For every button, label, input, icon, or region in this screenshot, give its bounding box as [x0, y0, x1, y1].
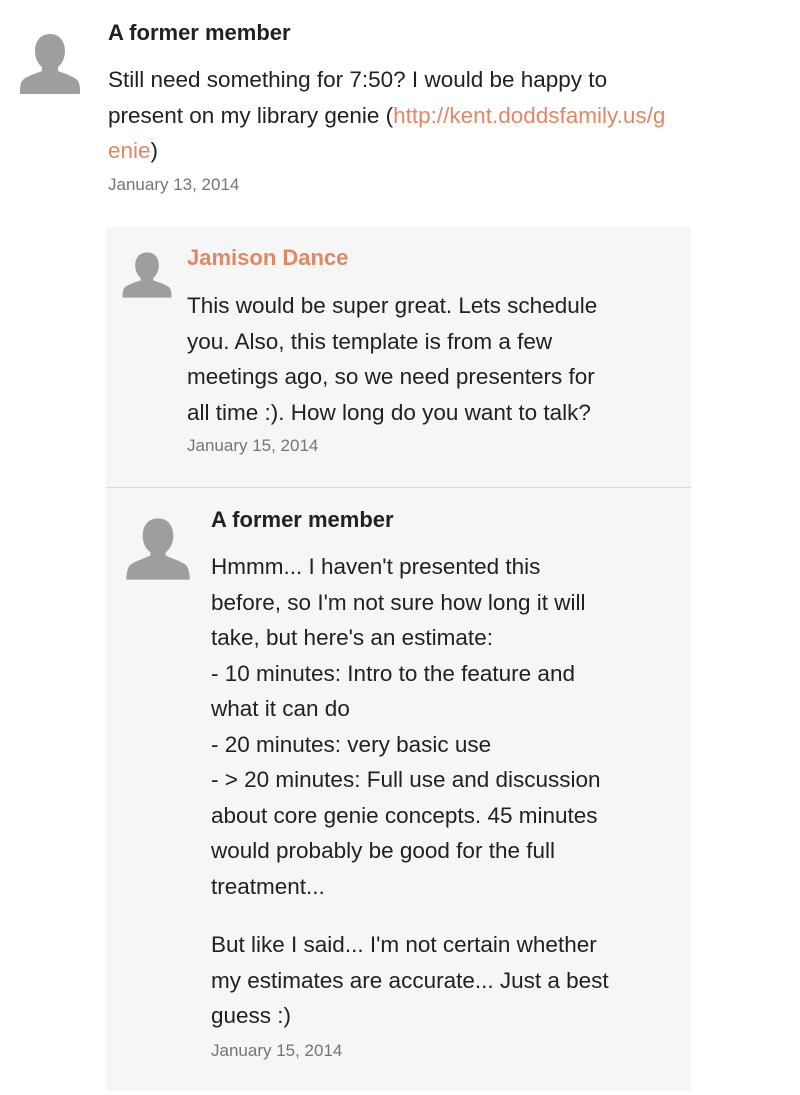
comment-body-text: Still need something for 7:50? I would b…: [108, 67, 608, 92]
reply-2: A former member Hmmm... I haven't presen…: [106, 488, 691, 1091]
reply-line: treatment...: [211, 873, 325, 899]
reply-date: January 15, 2014: [211, 1041, 343, 1060]
reply-line: This would be super great. Lets schedule: [187, 293, 598, 318]
reply-1: Jamison Dance This would be super great.…: [106, 227, 691, 487]
reply-line: you. Also, this template is from a few: [187, 328, 553, 354]
reply-author[interactable]: A former member: [211, 506, 394, 534]
genie-link[interactable]: http://kent.doddsfamily.us/g: [393, 103, 665, 128]
genie-link-continued[interactable]: enie: [108, 138, 151, 163]
reply-line: - 20 minutes: very basic use: [211, 731, 492, 757]
reply-line: about core genie concepts. 45 minutes: [211, 802, 598, 828]
user-avatar-icon[interactable]: [118, 250, 176, 300]
reply-body: This would be super great. Lets schedule…: [187, 288, 682, 430]
comment-1: A former member Still need something for…: [0, 0, 800, 210]
comment-body: Still need something for 7:50? I would b…: [108, 62, 788, 169]
reply-line: all time :). How long do you want to tal…: [187, 399, 591, 425]
reply-line: - 10 minutes: Intro to the feature and: [211, 660, 575, 686]
reply-line: what it can do: [211, 696, 350, 721]
reply-line: meetings ago, so we need presenters for: [187, 364, 595, 389]
reply-line: But like I said... I'm not certain wheth…: [211, 932, 597, 957]
reply-body-paragraph-2: But like I said... I'm not certain wheth…: [211, 927, 686, 1034]
reply-author[interactable]: Jamison Dance: [187, 244, 348, 272]
reply-line: would probably be good for the full: [211, 838, 555, 863]
reply-line: before, so I'm not sure how long it will: [211, 589, 586, 615]
reply-body: Hmmm... I haven't presented this before,…: [211, 549, 686, 904]
comment-date: January 13, 2014: [108, 175, 240, 194]
reply-date: January 15, 2014: [187, 436, 319, 455]
user-avatar-icon[interactable]: [18, 30, 82, 94]
comment-body-text: present on my library genie (: [108, 102, 394, 128]
comment-author[interactable]: A former member: [108, 19, 291, 47]
reply-line: my estimates are accurate... Just a best: [211, 967, 609, 993]
reply-line: - > 20 minutes: Full use and discussion: [211, 767, 601, 792]
reply-line: Hmmm... I haven't presented this: [211, 554, 541, 579]
reply-line: guess :): [211, 1003, 292, 1028]
comment-body-text: ): [150, 138, 159, 163]
reply-line: take, but here's an estimate:: [211, 625, 493, 650]
user-avatar-icon[interactable]: [123, 516, 193, 582]
